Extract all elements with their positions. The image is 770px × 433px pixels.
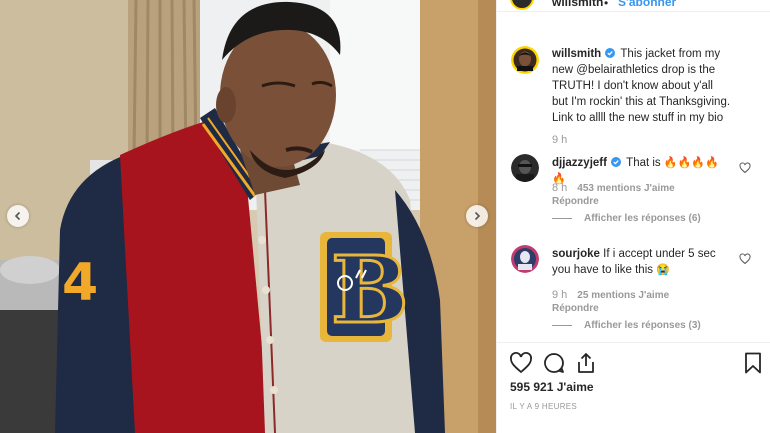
post-like-count[interactable]: 595 921 J'aime xyxy=(510,380,594,394)
post-photo: 4 B xyxy=(0,0,496,433)
chevron-left-icon xyxy=(14,211,21,221)
post-header: willsmith • S'abonner xyxy=(497,0,770,12)
comment-likes[interactable]: 453 mentions J'aime xyxy=(577,183,674,194)
willsmith-avatar-icon xyxy=(511,46,539,74)
caption-avatar[interactable] xyxy=(511,46,539,74)
caption-time: 9 h xyxy=(552,134,567,146)
share-icon[interactable] xyxy=(574,351,598,375)
comment-username[interactable]: djjazzyjeff xyxy=(552,157,607,169)
comment-text: That is xyxy=(626,157,664,169)
comment-like-heart-icon[interactable] xyxy=(739,253,751,265)
comment-text-block: sourjoke If i accept under 5 sec you hav… xyxy=(552,246,732,278)
djjazzyjeff-avatar-icon xyxy=(511,154,539,182)
caption-text-block: willsmith This jacket from my new @belai… xyxy=(552,46,732,126)
post-timestamp: IL Y A 9 HEURES xyxy=(510,402,578,411)
comment-meta: 9 h 25 mentions J'aime xyxy=(552,289,669,301)
replies-divider-line xyxy=(552,218,572,219)
comment-avatar[interactable] xyxy=(511,154,539,182)
author-avatar[interactable] xyxy=(510,0,534,10)
comment-avatar[interactable] xyxy=(511,245,539,273)
verified-badge-icon xyxy=(605,48,616,58)
svg-text:4: 4 xyxy=(62,253,98,313)
post-side-panel: willsmith • S'abonner willsmith This jac… xyxy=(496,0,770,433)
heart-icon[interactable] xyxy=(509,351,533,375)
follow-button[interactable]: S'abonner xyxy=(618,0,676,9)
comment-likes[interactable]: 25 mentions J'aime xyxy=(577,290,669,301)
caption-time-value: 9 h xyxy=(552,134,568,146)
bookmark-icon[interactable] xyxy=(741,351,765,375)
caption-username[interactable]: willsmith xyxy=(552,48,601,60)
reply-button[interactable]: Répondre xyxy=(552,303,599,314)
comment-time: 9 h xyxy=(552,289,568,301)
comment-meta: 8 h 453 mentions J'aime xyxy=(552,182,675,194)
post-action-bar xyxy=(497,351,770,375)
next-photo-button[interactable] xyxy=(466,205,488,227)
sourjoke-avatar-icon xyxy=(511,245,539,273)
comment-time: 8 h xyxy=(552,182,568,194)
comment-icon[interactable] xyxy=(542,351,566,375)
actions-divider xyxy=(497,342,770,343)
comment-like-heart-icon[interactable] xyxy=(739,162,751,174)
header-separator: • xyxy=(604,0,609,10)
crying-emoji: 😭 xyxy=(656,264,670,276)
chevron-right-icon xyxy=(474,211,481,221)
view-replies-button[interactable]: Afficher les réponses (3) xyxy=(552,320,701,331)
verified-badge-icon xyxy=(611,157,622,167)
previous-photo-button[interactable] xyxy=(7,205,29,227)
view-replies-label: Afficher les réponses (6) xyxy=(584,213,701,224)
view-replies-label: Afficher les réponses (3) xyxy=(584,320,701,331)
author-username[interactable]: willsmith xyxy=(552,0,603,9)
view-replies-button[interactable]: Afficher les réponses (6) xyxy=(552,213,701,224)
photo-illustration: 4 B xyxy=(0,0,496,433)
reply-button[interactable]: Répondre xyxy=(552,196,599,207)
comment-username[interactable]: sourjoke xyxy=(552,248,600,260)
replies-divider-line xyxy=(552,325,572,326)
